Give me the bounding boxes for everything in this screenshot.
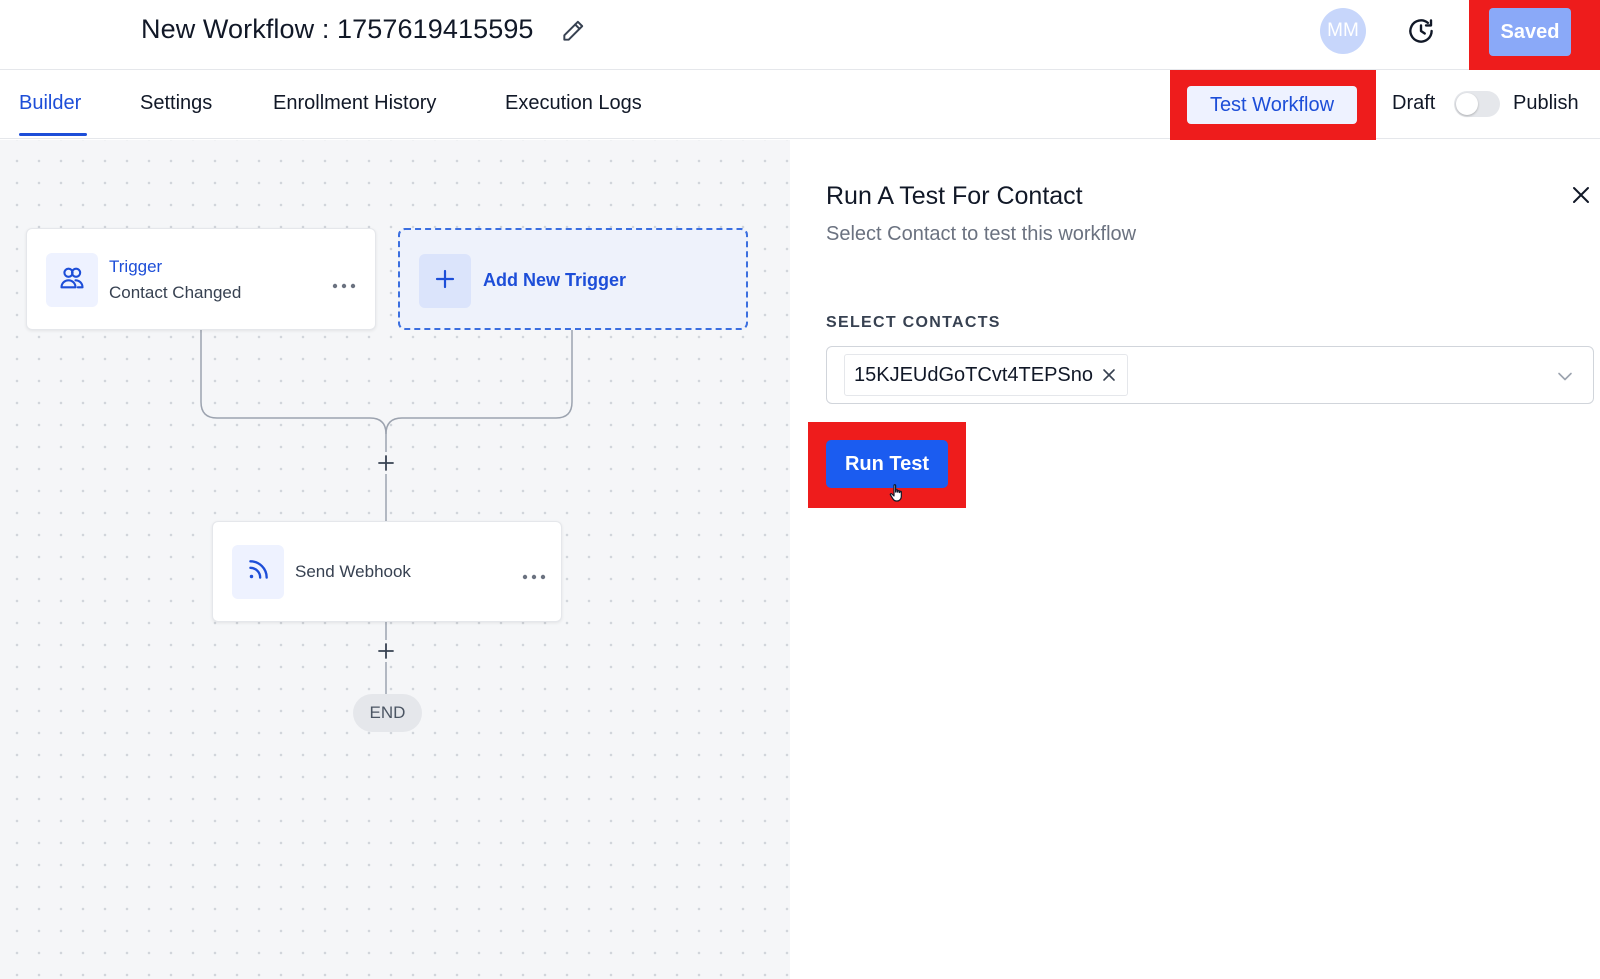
saved-highlight: Saved <box>1469 0 1600 73</box>
more-icon[interactable] <box>331 277 357 289</box>
saved-button[interactable]: Saved <box>1489 8 1571 56</box>
remove-chip-icon[interactable] <box>1101 367 1117 383</box>
active-tab-indicator <box>19 133 87 136</box>
run-test-highlight: Run Test <box>808 422 966 508</box>
tab-settings[interactable]: Settings <box>140 92 212 115</box>
trigger-label: Trigger <box>109 257 163 276</box>
toggle-knob <box>1456 93 1478 115</box>
hand-cursor-icon <box>888 483 906 503</box>
webhook-icon <box>245 557 271 588</box>
run-test-button[interactable]: Run Test <box>826 440 948 488</box>
panel-subtitle: Select Contact to test this workflow <box>826 223 1137 245</box>
chevron-down-icon[interactable] <box>1556 367 1574 385</box>
plus-icon <box>433 267 457 296</box>
add-trigger-icon-box <box>419 254 471 308</box>
test-workflow-button[interactable]: Test Workflow <box>1187 86 1357 124</box>
add-step-plus-icon[interactable] <box>377 642 395 660</box>
tab-bar: Builder Settings Enrollment History Exec… <box>0 70 1600 141</box>
end-node: END <box>353 694 422 732</box>
contact-chip-text: 15KJEUdGoTCvt4TEPSno <box>854 363 1093 386</box>
history-icon[interactable] <box>1406 16 1436 46</box>
close-icon[interactable] <box>1570 184 1592 206</box>
trigger-node[interactable]: Trigger Contact Changed <box>26 228 376 330</box>
webhook-icon-box <box>232 545 284 599</box>
workflow-canvas[interactable]: Trigger Contact Changed Add New Trigger <box>0 140 790 979</box>
tab-execution-logs[interactable]: Execution Logs <box>505 92 642 115</box>
tab-builder[interactable]: Builder <box>19 92 81 115</box>
draft-label: Draft <box>1392 92 1436 114</box>
test-workflow-highlight: Test Workflow <box>1170 70 1376 141</box>
select-contacts-label: SELECT CONTACTS <box>826 314 1001 331</box>
panel-title: Run A Test For Contact <box>826 182 1083 210</box>
add-new-trigger-button[interactable]: Add New Trigger <box>398 228 748 330</box>
send-webhook-label: Send Webhook <box>295 562 411 581</box>
pencil-icon[interactable] <box>560 18 586 44</box>
publish-toggle[interactable] <box>1454 91 1500 117</box>
add-step-plus-icon[interactable] <box>377 454 395 472</box>
contacts-select[interactable]: 15KJEUdGoTCvt4TEPSno <box>826 346 1594 404</box>
contact-chip: 15KJEUdGoTCvt4TEPSno <box>844 354 1128 396</box>
trigger-icon-box <box>46 253 98 307</box>
add-trigger-label: Add New Trigger <box>483 270 627 290</box>
workflow-title: New Workflow : 1757619415595 <box>141 14 534 44</box>
send-webhook-node[interactable]: Send Webhook <box>212 521 562 622</box>
app-header: New Workflow : 1757619415595 MM Saved <box>0 0 1600 73</box>
more-icon[interactable] <box>521 568 547 580</box>
users-icon <box>58 264 86 297</box>
trigger-event: Contact Changed <box>109 283 242 302</box>
publish-label: Publish <box>1513 92 1579 114</box>
avatar[interactable]: MM <box>1320 8 1366 54</box>
test-panel: Run A Test For Contact Select Contact to… <box>790 140 1600 979</box>
tab-enrollment-history[interactable]: Enrollment History <box>273 92 436 115</box>
